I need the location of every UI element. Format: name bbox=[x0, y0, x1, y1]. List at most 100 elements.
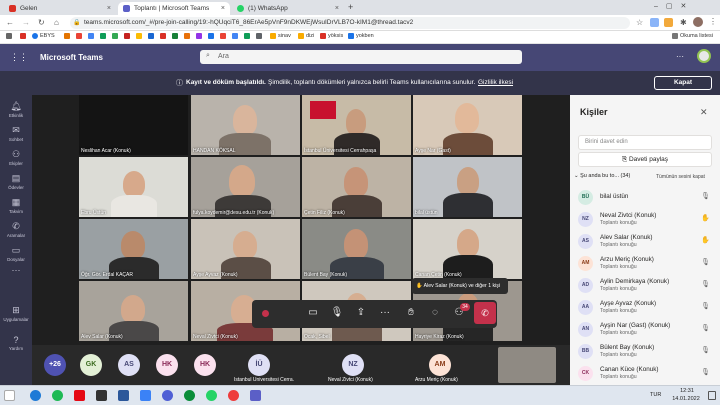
video-tile[interactable]: HANDAN KÖKSAL bbox=[191, 95, 300, 155]
app-launcher-icon[interactable]: ⋮⋮ bbox=[10, 52, 28, 63]
mic-off-icon[interactable]: 🎙︎ bbox=[701, 346, 710, 354]
close-icon[interactable]: × bbox=[107, 5, 111, 12]
apps-icon[interactable] bbox=[6, 33, 12, 39]
extension-icon[interactable] bbox=[650, 18, 659, 27]
app-icon[interactable] bbox=[96, 390, 107, 401]
bookmark-icon[interactable] bbox=[100, 33, 106, 39]
browser-tab-whatsapp[interactable]: (1) WhatsApp × bbox=[232, 2, 344, 15]
mute-all-link[interactable]: Tümünün sesini kapat bbox=[656, 174, 705, 180]
window-controls[interactable]: –▢✕ bbox=[654, 2, 694, 10]
close-notice-button[interactable]: Kapat bbox=[654, 76, 712, 90]
bookmark-icon[interactable] bbox=[196, 33, 202, 39]
participant-row[interactable]: AS Alev Salar (Konuk) Toplantı konuğu ✋ bbox=[570, 231, 720, 252]
roster-avatar[interactable]: NZ bbox=[342, 354, 364, 376]
rail-more[interactable]: ··· bbox=[0, 265, 32, 276]
rail-item-files[interactable]: ▭ Dosyalar bbox=[0, 245, 32, 262]
mic-off-icon[interactable]: 🎙︎ bbox=[701, 192, 710, 200]
participant-row[interactable]: AN Ayşin Nar (Gast) (Konuk) Toplantı konuğ… bbox=[570, 319, 720, 340]
rail-item-chat[interactable]: ✉ Sohbet bbox=[0, 125, 32, 142]
video-tile[interactable]: Ebru Üstün bbox=[79, 157, 188, 217]
bookmark-icon[interactable] bbox=[232, 33, 238, 39]
rail-item-calendar[interactable]: ▦ Takvim bbox=[0, 197, 32, 214]
home-icon[interactable]: ⌂ bbox=[54, 18, 59, 27]
video-tile[interactable]: Öğr. Gör. Erdal KAÇAR bbox=[79, 219, 188, 279]
teams-icon[interactable] bbox=[162, 390, 173, 401]
bookmark-sinav[interactable]: sinav bbox=[270, 33, 291, 39]
mic-off-icon[interactable]: 🎙︎ bbox=[701, 324, 710, 332]
more-icon[interactable]: ··· bbox=[676, 52, 684, 61]
reading-list[interactable]: Okuma listesi bbox=[672, 33, 713, 39]
roster-avatar[interactable]: İÜ bbox=[248, 354, 270, 376]
mic-off-icon[interactable]: 🎙︎ bbox=[701, 302, 710, 310]
bookmark-icon[interactable] bbox=[160, 33, 166, 39]
netflix-icon[interactable] bbox=[74, 390, 85, 401]
video-tile[interactable]: Bülent Bay (Konuk) bbox=[302, 219, 411, 279]
bookmark-dizi[interactable]: dizi bbox=[298, 33, 314, 39]
bookmark-icon[interactable] bbox=[172, 33, 178, 39]
app-icon[interactable] bbox=[228, 390, 239, 401]
bookmark-icon[interactable] bbox=[124, 33, 130, 39]
bookmark-icon[interactable] bbox=[112, 33, 118, 39]
rail-item-help[interactable]: ? Yardım bbox=[0, 335, 32, 351]
mic-off-icon[interactable]: 🎙︎ bbox=[701, 280, 710, 288]
roster-avatar[interactable]: GK bbox=[80, 354, 102, 376]
spotify-icon[interactable] bbox=[52, 390, 63, 401]
invite-input[interactable]: Birini davet edin bbox=[578, 135, 712, 150]
extension-icon[interactable] bbox=[664, 18, 673, 27]
user-avatar[interactable] bbox=[697, 49, 711, 63]
rail-item-calls[interactable]: ✆ Aramalar bbox=[0, 221, 32, 238]
more-icon[interactable]: ··· bbox=[378, 307, 392, 318]
bookmark-icon[interactable] bbox=[88, 33, 94, 39]
bookmark-icon[interactable] bbox=[64, 33, 70, 39]
video-tile[interactable]: Canan Çetin (Konuk) bbox=[413, 219, 522, 279]
participant-row[interactable]: AM Arzu Meriç (Konuk) Toplantı konuğu 🎙︎ bbox=[570, 253, 720, 274]
chat-icon[interactable]: ◌ bbox=[428, 307, 442, 318]
back-icon[interactable]: ← bbox=[6, 18, 14, 27]
whatsapp-icon[interactable] bbox=[206, 390, 217, 401]
teams-icon[interactable] bbox=[250, 390, 261, 401]
video-tile[interactable]: Ayşe Nar (Gast) bbox=[413, 95, 522, 155]
bookmark-icon[interactable] bbox=[20, 33, 26, 39]
star-icon[interactable]: ☆ bbox=[636, 18, 643, 27]
mic-off-icon[interactable]: 🎙︎ bbox=[330, 307, 344, 318]
close-icon[interactable]: × bbox=[335, 5, 339, 12]
video-tile[interactable]: Çetin Filiz (Konuk) bbox=[302, 157, 411, 217]
bookmark-yoksis[interactable]: yöksis bbox=[320, 33, 343, 39]
video-tile[interactable]: Ayşe Ayvaz (Konuk) bbox=[191, 219, 300, 279]
reload-icon[interactable]: ↻ bbox=[38, 18, 45, 27]
bookmark-icon[interactable] bbox=[208, 33, 214, 39]
windows-start-icon[interactable] bbox=[4, 390, 15, 401]
roster-avatar[interactable]: HK bbox=[194, 354, 216, 376]
share-invite-button[interactable]: ⎘ Daveti paylaş bbox=[578, 152, 712, 167]
participants-section-header[interactable]: ⌄ Şu anda bu to... (34) bbox=[574, 173, 630, 179]
extensions-puzzle-icon[interactable]: ✱ bbox=[680, 18, 687, 27]
bookmark-icon[interactable] bbox=[244, 33, 250, 39]
new-tab-button[interactable]: + bbox=[348, 2, 353, 12]
video-tile[interactable]: Alev Salar (Konuk) bbox=[79, 281, 188, 341]
video-tile[interactable]: Neslihan Acar (Konuk) bbox=[79, 95, 188, 155]
participant-row[interactable]: AD Aylin Demirkaya (Konuk) Toplantı konuğu… bbox=[570, 275, 720, 296]
search-input[interactable]: Ara bbox=[200, 50, 522, 64]
chrome-icon[interactable] bbox=[184, 390, 195, 401]
video-tile[interactable]: fulya.koydemir@desu.edu.tr (Konuk) bbox=[191, 157, 300, 217]
bookmark-icon[interactable] bbox=[220, 33, 226, 39]
browser-tab-gmail[interactable]: Gelen × bbox=[4, 2, 116, 15]
word-icon[interactable] bbox=[118, 390, 129, 401]
participant-row[interactable]: AA Ayşe Ayvaz (Konuk) Toplantı konuğu 🎙︎ bbox=[570, 297, 720, 318]
bookmark-ebys[interactable]: EBYS bbox=[32, 33, 55, 39]
roster-avatar[interactable]: AM bbox=[429, 354, 451, 376]
language-indicator[interactable]: TUR bbox=[650, 392, 661, 398]
bookmark-icon[interactable] bbox=[148, 33, 154, 39]
close-icon[interactable]: ✕ bbox=[700, 107, 708, 118]
rail-item-activity[interactable]: 🔔︎ Etkinlik bbox=[0, 101, 32, 118]
menu-icon[interactable]: ⋮ bbox=[709, 17, 717, 26]
hang-up-button[interactable]: ✆ bbox=[474, 302, 496, 324]
video-tile[interactable]: bilal üstün bbox=[413, 157, 522, 217]
close-icon[interactable]: × bbox=[221, 5, 225, 12]
rail-item-assignments[interactable]: ▤ Ödevler bbox=[0, 173, 32, 190]
rail-item-teams[interactable]: ⚇ Ekipler bbox=[0, 149, 32, 166]
share-icon[interactable]: ⇪ bbox=[354, 307, 368, 318]
roster-avatar[interactable]: AS bbox=[118, 354, 140, 376]
rail-item-apps[interactable]: ⊞ Uygulamalar bbox=[0, 305, 32, 322]
privacy-link[interactable]: Gizlilik ilkesi bbox=[478, 79, 513, 86]
